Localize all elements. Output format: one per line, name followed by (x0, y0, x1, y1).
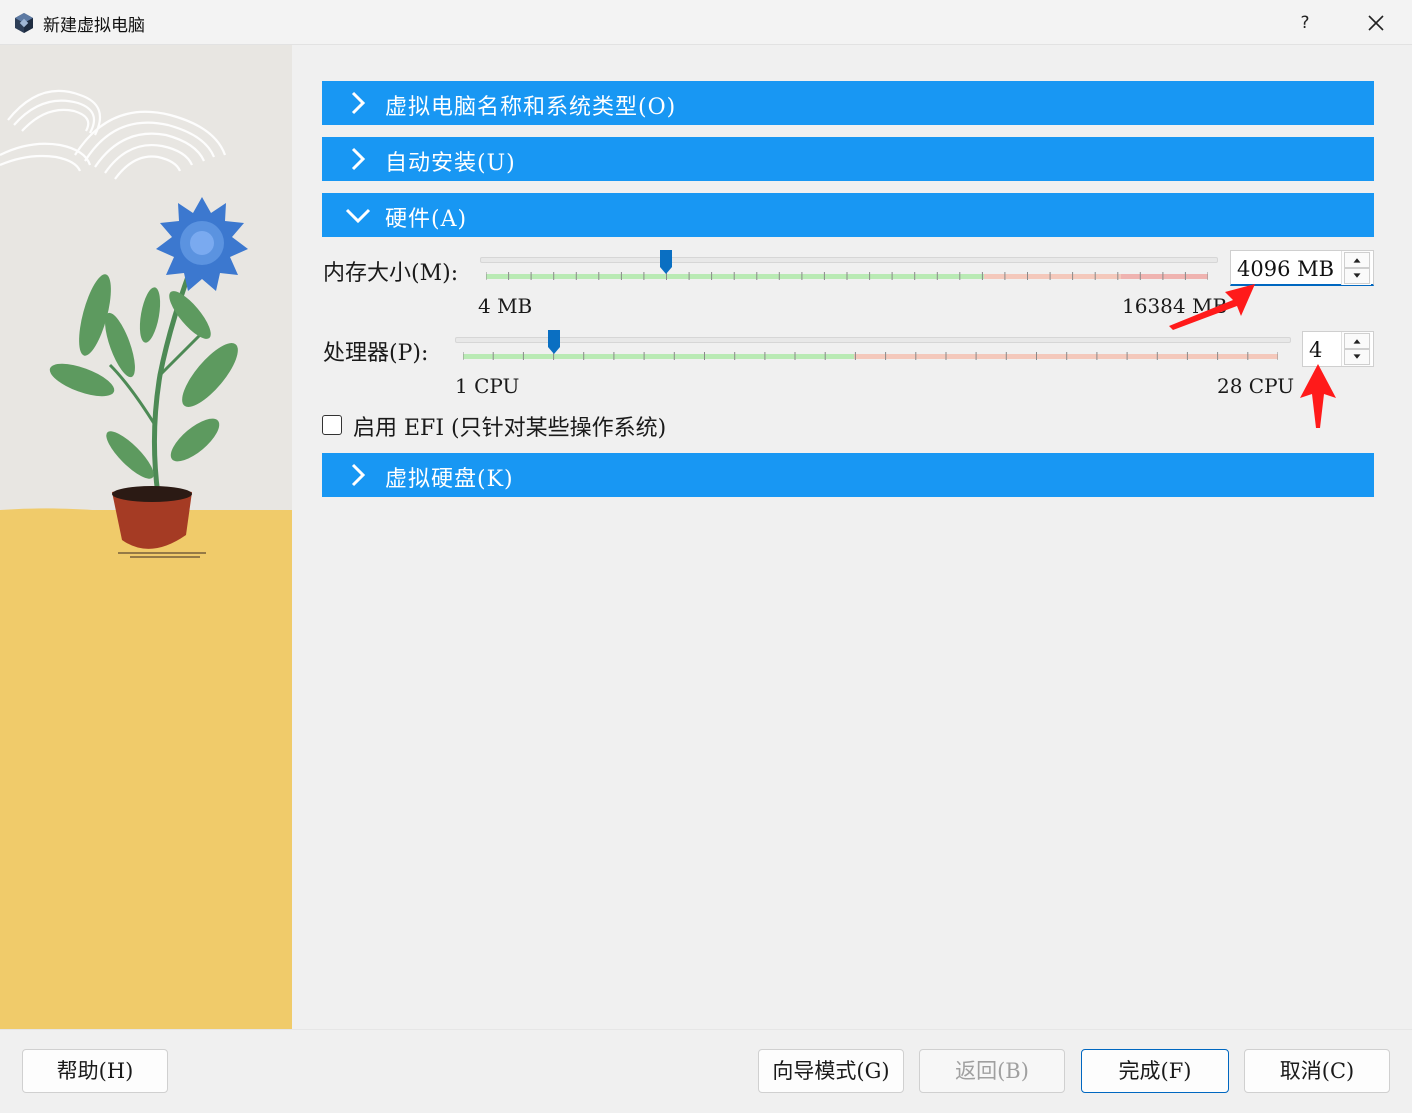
spin-down-icon[interactable] (1344, 349, 1370, 365)
memory-value[interactable]: 4096 MB (1237, 257, 1334, 281)
spin-down-icon[interactable] (1344, 268, 1370, 284)
cpu-spin-arrows[interactable] (1341, 332, 1371, 366)
section-label: 虚拟硬盘(K) (385, 467, 514, 492)
efi-checkbox[interactable] (322, 415, 342, 435)
memory-spinbox[interactable]: 4096 MB (1230, 250, 1374, 286)
chevron-right-icon (351, 463, 366, 487)
cpu-min-label: 1 CPU (455, 374, 520, 398)
section-hardware[interactable]: 硬件(A) (322, 193, 1374, 237)
annotation-arrow-memory (1169, 284, 1255, 330)
section-label: 虚拟电脑名称和系统类型(O) (385, 95, 677, 120)
section-unattended[interactable]: 自动安装(U) (322, 137, 1374, 181)
dialog-footer: 帮助(H) 向导模式(G) 返回(B) 完成(F) 取消(C) (0, 1029, 1412, 1113)
cpu-value[interactable]: 4 (1309, 338, 1322, 362)
memory-spin-arrows[interactable] (1341, 251, 1371, 285)
virtualbox-icon (15, 13, 33, 33)
cpu-max-label: 28 CPU (1217, 374, 1295, 398)
cancel-button[interactable]: 取消(C) (1244, 1049, 1390, 1093)
window-title: 新建虚拟电脑 (43, 16, 145, 36)
help-button-footer[interactable]: 帮助(H) (22, 1049, 168, 1093)
memory-min-label: 4 MB (478, 294, 533, 318)
finish-button[interactable]: 完成(F) (1081, 1049, 1229, 1093)
section-label: 硬件(A) (385, 207, 468, 232)
guided-mode-button[interactable]: 向导模式(G) (758, 1049, 904, 1093)
chevron-down-icon (345, 208, 371, 224)
cpu-ticks (463, 352, 1278, 360)
spin-up-icon[interactable] (1344, 252, 1370, 268)
title-bar: 新建虚拟电脑 ? (0, 0, 1412, 45)
flower-illustration (0, 45, 292, 1029)
help-button[interactable]: ? (1290, 8, 1320, 38)
memory-slider-groove (480, 257, 1218, 263)
cpu-slider-groove (455, 337, 1291, 343)
memory-label: 内存大小(M): (323, 261, 459, 286)
section-name-os[interactable]: 虚拟电脑名称和系统类型(O) (322, 81, 1374, 125)
efi-checkbox-label[interactable]: 启用 EFI (只针对某些操作系统) (353, 410, 666, 442)
memory-slider-thumb[interactable] (659, 249, 673, 275)
annotation-arrow-cpu (1300, 364, 1336, 428)
chevron-right-icon (351, 91, 366, 115)
memory-ticks (486, 272, 1208, 280)
cpu-label: 处理器(P): (323, 341, 429, 366)
back-button[interactable]: 返回(B) (919, 1049, 1065, 1093)
chevron-right-icon (351, 147, 366, 171)
section-disk[interactable]: 虚拟硬盘(K) (322, 453, 1374, 497)
spin-up-icon[interactable] (1344, 333, 1370, 349)
close-icon[interactable] (1360, 8, 1392, 38)
cpu-slider-thumb[interactable] (547, 329, 561, 355)
section-label: 自动安装(U) (385, 151, 516, 176)
